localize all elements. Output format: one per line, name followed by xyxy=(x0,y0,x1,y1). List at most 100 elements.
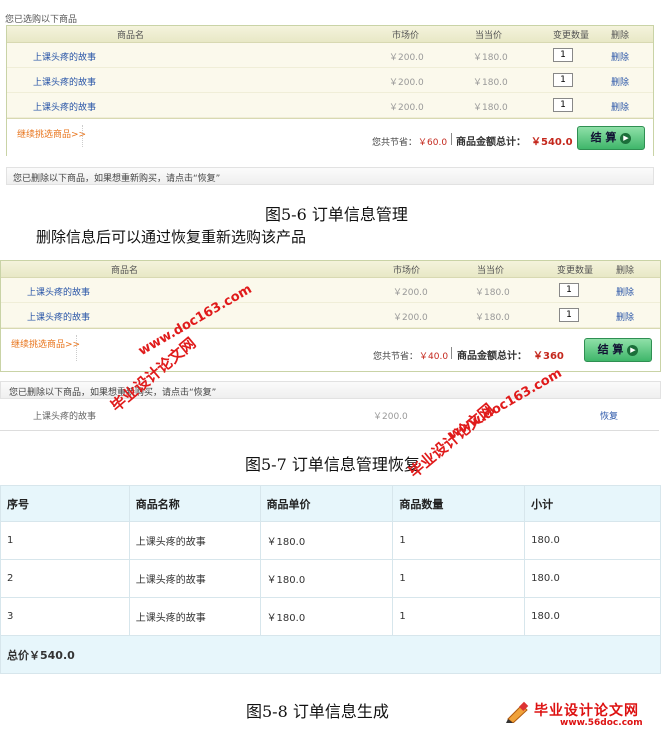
quantity-input[interactable]: 1 xyxy=(553,48,573,62)
market-price: ￥200.0 xyxy=(389,53,424,63)
deleted-goods-note: 您已删除以下商品，如果想重新购买，请点击“恢复” xyxy=(13,174,221,184)
product-link[interactable]: 上课头疼的故事 xyxy=(27,310,90,323)
col-name: 商品名 xyxy=(117,31,145,41)
cell-product-name: 上课头疼的故事 xyxy=(128,559,261,598)
order-table: 序号 商品名称 商品单价 商品数量 小计 1 上课头疼的故事 ￥180.0 1 … xyxy=(0,485,661,674)
product-link[interactable]: 上课头疼的故事 xyxy=(27,285,90,298)
cell-index: 3 xyxy=(0,597,130,636)
header-product-name: 商品名称 xyxy=(128,485,261,522)
deleted-product-name: 上课头疼的故事 xyxy=(33,412,97,422)
order-total: 总价￥540.0 xyxy=(0,635,661,674)
cell-quantity: 1 xyxy=(392,559,526,598)
divider xyxy=(76,335,77,361)
cart-panel-2: 商品名 市场价 当当价 变更数量 删除 上课头疼的故事 ￥200.0 ￥180.… xyxy=(0,260,661,372)
continue-shopping-link[interactable]: 继续挑选商品>> xyxy=(11,337,80,350)
market-price: ￥200.0 xyxy=(389,78,424,88)
figure-caption-5-6: 图5-6 订单信息管理 xyxy=(265,205,408,224)
header-unit-price: 商品单价 xyxy=(259,485,394,522)
current-price: ￥180.0 xyxy=(473,78,508,88)
product-link[interactable]: 上课头疼的故事 xyxy=(33,75,96,88)
col-qty: 变更数量 xyxy=(553,31,590,41)
quantity-input[interactable]: 1 xyxy=(553,98,573,112)
cart-header: 商品名 市场价 当当价 变更数量 删除 xyxy=(7,26,653,43)
table-row: 1 上课头疼的故事 ￥180.0 1 180.0 xyxy=(0,521,661,560)
cell-subtotal: 180.0 xyxy=(524,597,661,636)
figure-caption-5-7: 图5-7 订单信息管理恢复 xyxy=(245,455,420,474)
col-market: 市场价 xyxy=(393,266,421,276)
play-arrow-icon: ▶ xyxy=(620,132,632,144)
restore-note: 删除信息后可以通过恢复重新选购该产品 xyxy=(36,228,307,246)
cell-subtotal: 180.0 xyxy=(524,559,661,598)
current-price: ￥180.0 xyxy=(475,313,510,323)
cell-product-name: 上课头疼的故事 xyxy=(128,597,261,636)
quantity-input[interactable]: 1 xyxy=(559,308,579,322)
restore-link[interactable]: 恢复 xyxy=(600,409,618,422)
cart-header: 商品名 市场价 当当价 变更数量 删除 xyxy=(1,261,660,278)
cart-row: 上课头疼的故事 ￥200.0 ￥180.0 1 删除 xyxy=(7,93,653,118)
play-arrow-icon: ▶ xyxy=(627,344,639,356)
deleted-goods-bar: 您已删除以下商品，如果想重新购买，请点击“恢复” xyxy=(6,167,654,185)
product-link[interactable]: 上课头疼的故事 xyxy=(33,100,96,113)
divider xyxy=(451,133,452,145)
saved-label: 您共节省： xyxy=(372,138,418,148)
deleted-goods-bar: 您已删除以下商品，如果想重新购买，请点击“恢复” xyxy=(0,381,661,399)
checkout-button[interactable]: 结 算 ▶ xyxy=(584,338,652,362)
continue-shopping-link[interactable]: 继续挑选商品>> xyxy=(17,127,86,140)
deleted-row: 上课头疼的故事 ￥200.0 恢复 xyxy=(0,398,659,431)
total-label: 商品金额总计： xyxy=(457,351,527,362)
header-subtotal: 小计 xyxy=(524,485,661,522)
current-price: ￥180.0 xyxy=(475,288,510,298)
pencil-logo-icon xyxy=(506,701,530,724)
total-amount: ￥360 xyxy=(533,351,564,362)
checkout-button[interactable]: 结 算 ▶ xyxy=(577,126,645,150)
col-delete: 删除 xyxy=(611,31,630,41)
quantity-input[interactable]: 1 xyxy=(553,73,573,87)
market-price: ￥200.0 xyxy=(389,103,424,113)
cart-row: 上课头疼的故事 ￥200.0 ￥180.0 1 删除 xyxy=(1,278,660,303)
delete-link[interactable]: 删除 xyxy=(611,100,629,113)
delete-link[interactable]: 删除 xyxy=(611,75,629,88)
cart-footer: 继续挑选商品>> 您共节省： ￥40.0 商品金额总计： ￥360 结 算 ▶ xyxy=(1,328,660,371)
cart-row: 上课头疼的故事 ￥200.0 ￥180.0 1 删除 xyxy=(7,43,653,68)
delete-link[interactable]: 删除 xyxy=(616,285,634,298)
market-price: ￥200.0 xyxy=(393,288,428,298)
figure-caption-5-8: 图5-8 订单信息生成 xyxy=(246,702,389,721)
table-row: 2 上课头疼的故事 ￥180.0 1 180.0 xyxy=(0,559,661,598)
deleted-market-price: ￥200.0 xyxy=(373,412,408,422)
cell-subtotal: 180.0 xyxy=(524,521,661,560)
delete-link[interactable]: 删除 xyxy=(611,50,629,63)
quantity-input[interactable]: 1 xyxy=(559,283,579,297)
total-label: 商品金额总计： xyxy=(456,137,526,148)
col-name: 商品名 xyxy=(111,266,139,276)
saved-amount: ￥40.0 xyxy=(419,352,449,362)
cell-quantity: 1 xyxy=(392,521,526,560)
divider xyxy=(82,125,83,147)
table-row: 3 上课头疼的故事 ￥180.0 1 180.0 xyxy=(0,597,661,636)
cell-index: 2 xyxy=(0,559,130,598)
product-link[interactable]: 上课头疼的故事 xyxy=(33,50,96,63)
market-price: ￥200.0 xyxy=(393,313,428,323)
current-price: ￥180.0 xyxy=(473,103,508,113)
cell-unit-price: ￥180.0 xyxy=(259,559,394,598)
footer-watermark-url: www.56doc.com xyxy=(560,718,643,728)
checkout-label: 结 算 xyxy=(597,343,624,356)
checkout-label: 结 算 xyxy=(590,131,617,144)
cell-index: 1 xyxy=(0,521,130,560)
total-amount: ￥540.0 xyxy=(531,137,573,148)
delete-link[interactable]: 删除 xyxy=(616,310,634,323)
cell-quantity: 1 xyxy=(392,597,526,636)
cart-row: 上课头疼的故事 ￥200.0 ￥180.0 1 删除 xyxy=(7,68,653,93)
cart-footer: 继续挑选商品>> 您共节省： ￥60.0 商品金额总计： ￥540.0 结 算 ▶ xyxy=(7,118,653,157)
col-current: 当当价 xyxy=(475,31,503,41)
header-quantity: 商品数量 xyxy=(392,485,526,522)
col-current: 当当价 xyxy=(477,266,505,276)
selected-goods-title: 您已选购以下商品 xyxy=(5,15,78,25)
cell-unit-price: ￥180.0 xyxy=(259,521,394,560)
saved-label: 您共节省： xyxy=(373,352,419,362)
header-index: 序号 xyxy=(0,485,130,522)
total-row: 总价￥540.0 xyxy=(0,635,661,674)
cell-product-name: 上课头疼的故事 xyxy=(128,521,261,560)
current-price: ￥180.0 xyxy=(473,53,508,63)
cart-row: 上课头疼的故事 ￥200.0 ￥180.0 1 删除 xyxy=(1,303,660,328)
table-header-row: 序号 商品名称 商品单价 商品数量 小计 xyxy=(0,485,661,522)
